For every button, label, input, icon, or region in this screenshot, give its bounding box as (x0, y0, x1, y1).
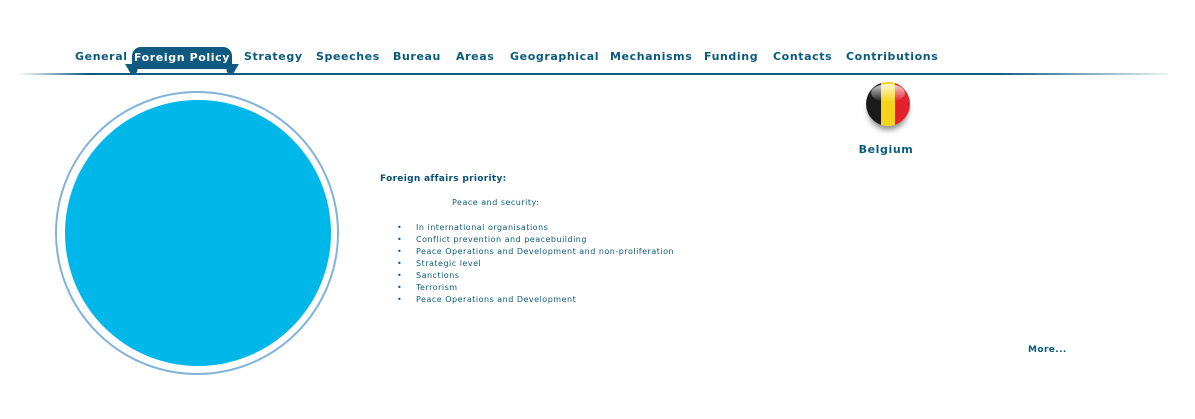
feature-circle (55, 91, 339, 375)
bullet-icon: • (397, 259, 403, 268)
tab-contacts[interactable]: Contacts (773, 50, 832, 68)
priority-heading: Foreign affairs priority: (380, 174, 507, 184)
bullet-icon: • (397, 271, 403, 280)
tab-speeches[interactable]: Speeches (316, 50, 380, 68)
list-item: • In international organisations (397, 223, 549, 232)
list-item: • Sanctions (397, 271, 460, 280)
list-item: • Peace Operations and Development (397, 295, 577, 304)
tab-areas[interactable]: Areas (456, 50, 494, 68)
tab-general[interactable]: General (75, 50, 128, 68)
feature-circle-fill (65, 100, 331, 366)
tab-contributions[interactable]: Contributions (846, 50, 938, 68)
bullet-icon: • (397, 235, 403, 244)
list-item: • Terrorism (397, 283, 458, 292)
country-name: Belgium (858, 143, 914, 156)
tab-foreign-policy[interactable]: Foreign Policy (132, 47, 232, 69)
tab-strategy[interactable]: Strategy (244, 50, 303, 68)
bullet-icon: • (397, 283, 403, 292)
tab-geographical[interactable]: Geographical (510, 50, 599, 68)
list-item: • Conflict prevention and peacebuilding (397, 235, 587, 244)
country-flag (866, 82, 912, 140)
list-item: • Peace Operations and Development and no… (397, 247, 675, 256)
bullet-icon: • (397, 295, 403, 304)
belgium-flag-icon (866, 82, 910, 126)
nav-underline (18, 73, 1168, 75)
tab-bureau[interactable]: Bureau (393, 50, 441, 68)
priority-subheading: Peace and security: (452, 198, 540, 207)
bullet-icon: • (397, 223, 403, 232)
tab-mechanisms[interactable]: Mechanisms (610, 50, 692, 68)
tab-funding[interactable]: Funding (704, 50, 758, 68)
more-link[interactable]: More... (1028, 345, 1067, 355)
list-item: • Strategic level (397, 259, 482, 268)
priority-list: • In international organisations • Conflic… (397, 222, 674, 306)
bullet-icon: • (397, 247, 403, 256)
